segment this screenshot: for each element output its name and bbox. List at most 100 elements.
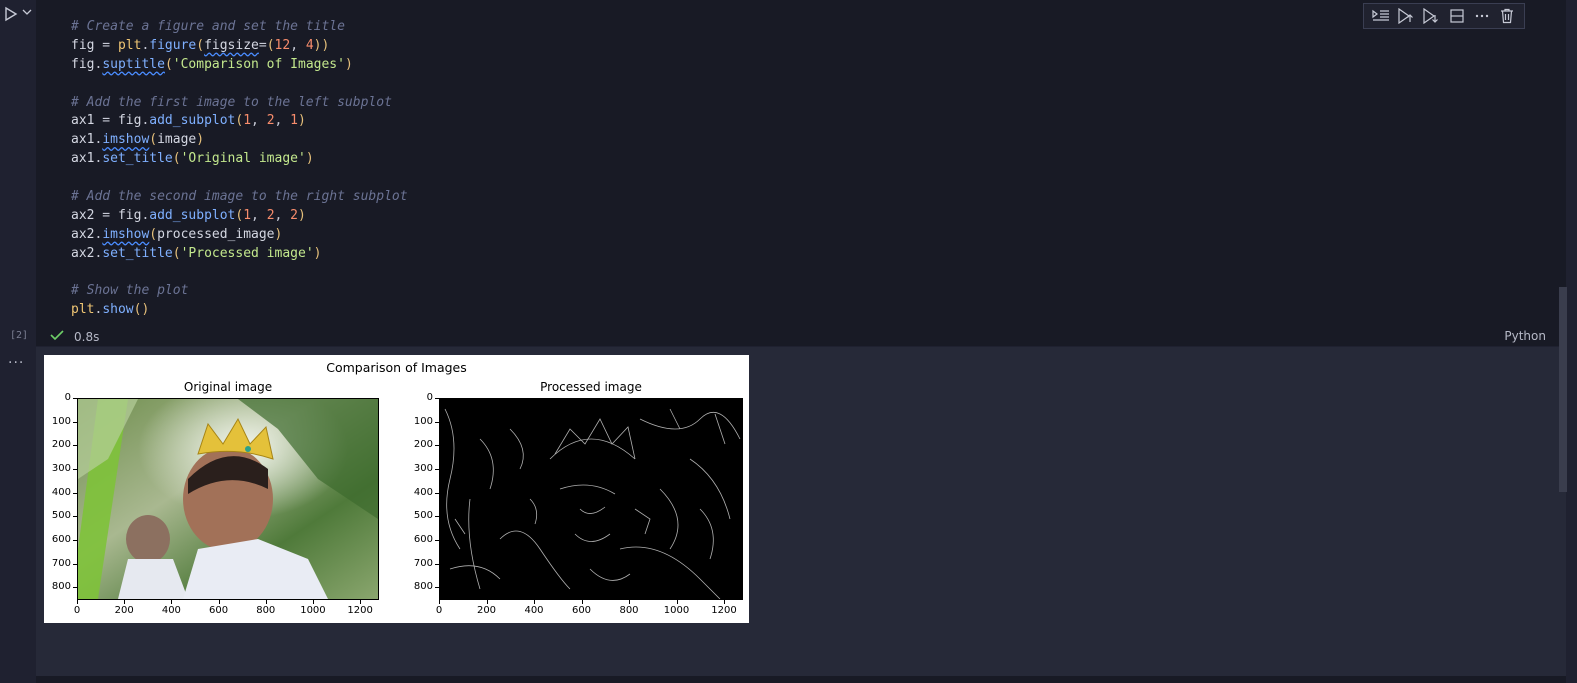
more-actions-button[interactable] (1471, 6, 1493, 26)
right-y-tick-label: 300 (413, 463, 433, 475)
code-token: # Add the second image to the right subp… (71, 189, 408, 205)
right-x-tick-mark (439, 600, 440, 604)
left-y-tick-mark (73, 421, 77, 423)
code-line[interactable]: ax2.imshow(processed_image) (71, 226, 408, 245)
left-y-tick-label: 200 (51, 439, 71, 451)
right-y-tick-mark (435, 540, 439, 542)
execute-below-button[interactable] (1420, 6, 1442, 26)
left-y-tick-label: 400 (51, 486, 71, 498)
code-token: fig (117, 207, 142, 223)
code-token: , (274, 113, 291, 129)
code-token: , (251, 113, 267, 129)
code-token: 1 (243, 207, 252, 223)
left-x-tick-mark (360, 600, 362, 604)
right-y-tick-mark (435, 469, 439, 471)
code-token: suptitle (102, 56, 165, 72)
original-image (77, 398, 379, 600)
code-token: set_title (102, 245, 173, 261)
code-token: add_subplot (149, 207, 236, 223)
chevron-down-icon[interactable] (22, 8, 32, 19)
code-line[interactable]: # Create a figure and set the title (71, 18, 408, 37)
split-cell-icon (1450, 9, 1464, 23)
split-cell-button[interactable] (1446, 6, 1468, 26)
delete-cell-button[interactable] (1496, 6, 1518, 26)
right-y-tick-mark (435, 421, 439, 423)
execute-below-icon (1423, 8, 1439, 24)
code-token: 'Original image' (180, 151, 306, 167)
left-y-tick-label: 0 (64, 392, 71, 403)
left-y-tick-mark (73, 398, 77, 399)
right-x-tick-label: 1000 (663, 605, 690, 616)
left-x-tick-label: 800 (256, 605, 276, 616)
code-token: = (94, 113, 118, 129)
code-line[interactable]: # Show the plot (71, 282, 408, 301)
code-line[interactable]: ax1 = fig.add_subplot(1, 2, 1) (71, 112, 408, 131)
code-token: 2 (266, 113, 275, 129)
code-line[interactable]: ax1.imshow(image) (71, 131, 408, 150)
right-y-tick-mark (435, 398, 439, 399)
execute-above-button[interactable] (1395, 6, 1417, 26)
code-token: 12 (274, 37, 291, 53)
code-token: ) (274, 226, 283, 242)
right-y-tick-mark (435, 516, 439, 518)
code-line[interactable]: ax2.set_title('Processed image') (71, 245, 408, 264)
run-by-line-button[interactable] (1370, 6, 1392, 26)
left-y-tick-mark (73, 516, 77, 518)
kernel-language[interactable]: Python (1504, 329, 1546, 343)
output-menu-button[interactable]: ··· (8, 355, 24, 371)
right-y-tick-label: 400 (413, 486, 433, 498)
vertical-scrollbar[interactable] (1559, 287, 1567, 492)
code-line[interactable]: # Add the first image to the left subplo… (71, 94, 408, 113)
left-x-tick-label: 200 (114, 605, 134, 616)
code-line[interactable]: ax1.set_title('Original image') (71, 150, 408, 169)
right-y-tick-label: 0 (426, 392, 433, 403)
code-token: 'Comparison of Images' (172, 56, 345, 72)
success-check-icon (50, 329, 64, 345)
left-x-tick-label: 1000 (300, 605, 326, 616)
code-line[interactable]: ax2 = fig.add_subplot(1, 2, 2) (71, 207, 408, 226)
left-x-tick-mark (312, 600, 314, 604)
right-y-tick-mark (435, 587, 439, 589)
code-token: = (94, 37, 118, 53)
more-actions-icon (1475, 14, 1489, 18)
cell-status: 0.8s (50, 329, 99, 345)
code-token: = (94, 207, 118, 223)
left-y-tick-mark (73, 469, 77, 471)
left-y-tick-label: 500 (51, 510, 71, 522)
code-line[interactable]: fig = plt.figure(figsize=(12, 4)) (71, 37, 408, 56)
code-line[interactable] (71, 169, 408, 188)
code-line[interactable]: # Add the second image to the right subp… (71, 188, 408, 207)
code-token: plt (117, 37, 142, 53)
left-y-tick-label: 700 (51, 557, 71, 569)
code-token: )) (313, 37, 330, 53)
left-y-tick-label: 100 (51, 415, 71, 427)
code-token: ( (196, 37, 205, 53)
code-content[interactable]: # Create a figure and set the title fig =… (71, 18, 408, 320)
code-line[interactable] (71, 75, 408, 94)
code-token: , (274, 207, 291, 223)
run-cell-button[interactable] (4, 6, 18, 26)
right-y-tick-label: 500 (413, 510, 433, 522)
left-y-tick-mark (73, 445, 77, 447)
delete-cell-icon (1501, 8, 1514, 24)
code-line[interactable]: plt.show() (71, 301, 408, 320)
code-token: ax1 (71, 151, 95, 167)
code-token: processed_image (157, 226, 275, 242)
left-y-tick-mark (73, 540, 77, 542)
code-token: ax2 (71, 207, 95, 223)
code-token: ) (298, 207, 306, 223)
execution-count: [2] (10, 330, 29, 341)
code-token: fig (71, 37, 95, 53)
left-x-tick-mark (218, 600, 220, 604)
code-line[interactable]: fig.suptitle('Comparison of Images') (71, 56, 408, 75)
left-subplot-title: Original image (183, 380, 273, 394)
code-token: ( (172, 151, 181, 167)
code-line[interactable] (71, 264, 408, 283)
right-y-tick-label: 200 (413, 439, 433, 451)
left-x-tick-mark (124, 600, 126, 604)
right-x-tick-mark (581, 600, 583, 604)
code-token: ( (172, 245, 181, 261)
left-x-tick-mark (265, 600, 267, 604)
cell-bottom-border (36, 676, 1566, 683)
code-token: ) (313, 245, 322, 261)
